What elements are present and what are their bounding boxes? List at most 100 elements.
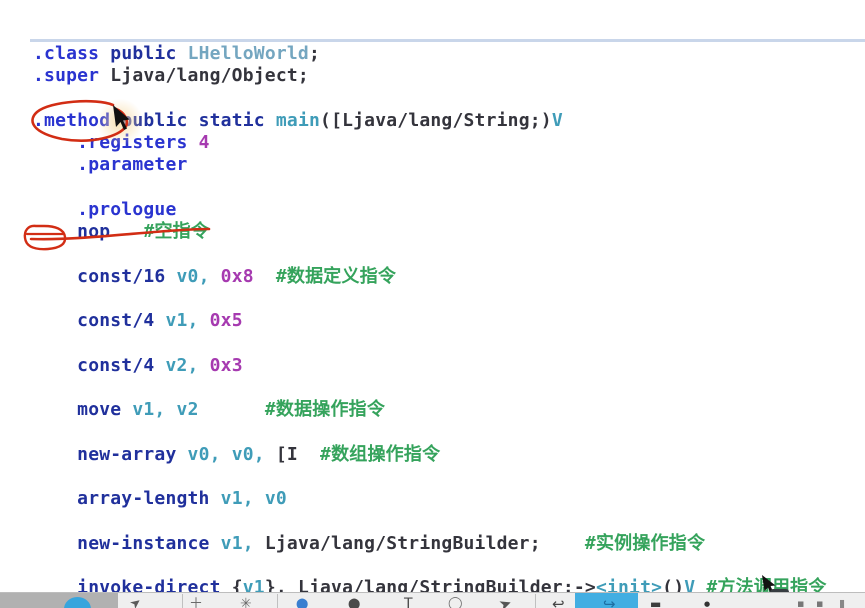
eraser-icon[interactable]: ▬ — [650, 596, 661, 608]
code-token: nop — [77, 221, 111, 242]
code-token: v0, — [176, 265, 210, 287]
code-token: public — [110, 43, 177, 64]
tool-b-icon[interactable]: ▪ — [816, 596, 823, 608]
code-token: v1, — [220, 488, 254, 509]
code-token: 0x5 — [209, 310, 243, 331]
code-token: .method — [33, 109, 111, 131]
code-token: v2 — [176, 399, 199, 420]
code-token: 0x8 — [220, 265, 254, 287]
code-token: [I — [275, 443, 298, 465]
marker-blue-icon[interactable]: ⬤ — [296, 596, 308, 608]
undo-icon[interactable]: ↩ — [552, 596, 565, 608]
select-arrow-icon[interactable]: ➤ — [127, 594, 145, 608]
annotation-toolbar: ➤ ＋ ✳ ⬤ ⬤ T ◯ ➤ ↩ ↪ ▬ ● ▪ ▪ ▮ — [0, 592, 865, 608]
code-line: array-length v1, v0 — [33, 488, 827, 510]
code-token: array-length — [77, 488, 210, 509]
spray-icon[interactable]: ✳ — [240, 596, 252, 608]
toolbar-divider — [182, 594, 183, 608]
ellipse-tool-icon[interactable]: ◯ — [448, 596, 463, 608]
code-token: .registers — [77, 132, 188, 153]
editor-top-border — [30, 39, 865, 42]
code-token: Ljava/lang/Object; — [110, 65, 309, 87]
comment-token: #空指令 — [143, 221, 210, 242]
code-token: ; — [308, 43, 321, 64]
code-line: new-array v0, v0, [I #数组操作指令 — [33, 444, 827, 466]
code-token: V — [551, 109, 563, 131]
code-token: move — [77, 399, 122, 420]
arrow-tool-icon[interactable]: ➤ — [496, 593, 514, 608]
dot-icon[interactable]: ● — [704, 596, 710, 608]
code-token: v1, — [165, 310, 199, 331]
tool-c-icon[interactable]: ▮ — [839, 596, 845, 608]
code-token: .super — [33, 65, 100, 87]
code-token: v1, — [132, 399, 166, 420]
code-token: main — [275, 109, 321, 131]
code-token: .class — [33, 43, 100, 64]
code-token: ([Ljava/lang/String;) — [320, 109, 552, 131]
comment-token: #数据定义指令 — [275, 265, 397, 287]
code-token: new-instance — [77, 532, 210, 554]
code-line: move v1, v2 #数据操作指令 — [33, 399, 827, 421]
tool-a-icon[interactable]: ▪ — [797, 596, 804, 608]
code-token: const/4 — [77, 354, 155, 376]
marker-dark-icon[interactable]: ⬤ — [348, 596, 360, 608]
code-token: static — [198, 109, 265, 131]
redo-button[interactable]: ↪ — [575, 593, 638, 608]
code-token: v1, — [220, 532, 254, 554]
toolbar-divider — [535, 594, 536, 608]
code-token: v0 — [264, 488, 287, 509]
code-line: nop #空指令 — [33, 221, 827, 243]
code-token: .parameter — [77, 154, 188, 176]
text-tool-icon[interactable]: T — [404, 596, 413, 608]
toolbar-left-section — [0, 593, 118, 608]
toolbar-tools-section: ➤ ＋ ✳ ⬤ ⬤ T ◯ ➤ ↩ ↪ ▬ ● ▪ ▪ ▮ — [118, 593, 865, 608]
code-editor[interactable]: .class public LHelloWorld; .super Ljava/l… — [33, 43, 827, 599]
code-line: .method public static main([Ljava/lang/S… — [33, 110, 827, 132]
code-token: 4 — [198, 132, 210, 153]
code-line: .registers 4 — [33, 132, 827, 154]
redo-button-icon: ↪ — [603, 595, 616, 608]
toolbar-pointer-button[interactable] — [64, 597, 91, 608]
pen-plus-icon[interactable]: ＋ — [189, 596, 203, 608]
comment-token: #数据操作指令 — [264, 399, 386, 420]
code-token: const/4 — [77, 310, 155, 331]
code-line: .parameter — [33, 154, 827, 176]
toolbar-divider — [277, 594, 278, 608]
code-token: v2, — [165, 354, 199, 376]
code-line: const/16 v0, 0x8 #数据定义指令 — [33, 266, 827, 288]
